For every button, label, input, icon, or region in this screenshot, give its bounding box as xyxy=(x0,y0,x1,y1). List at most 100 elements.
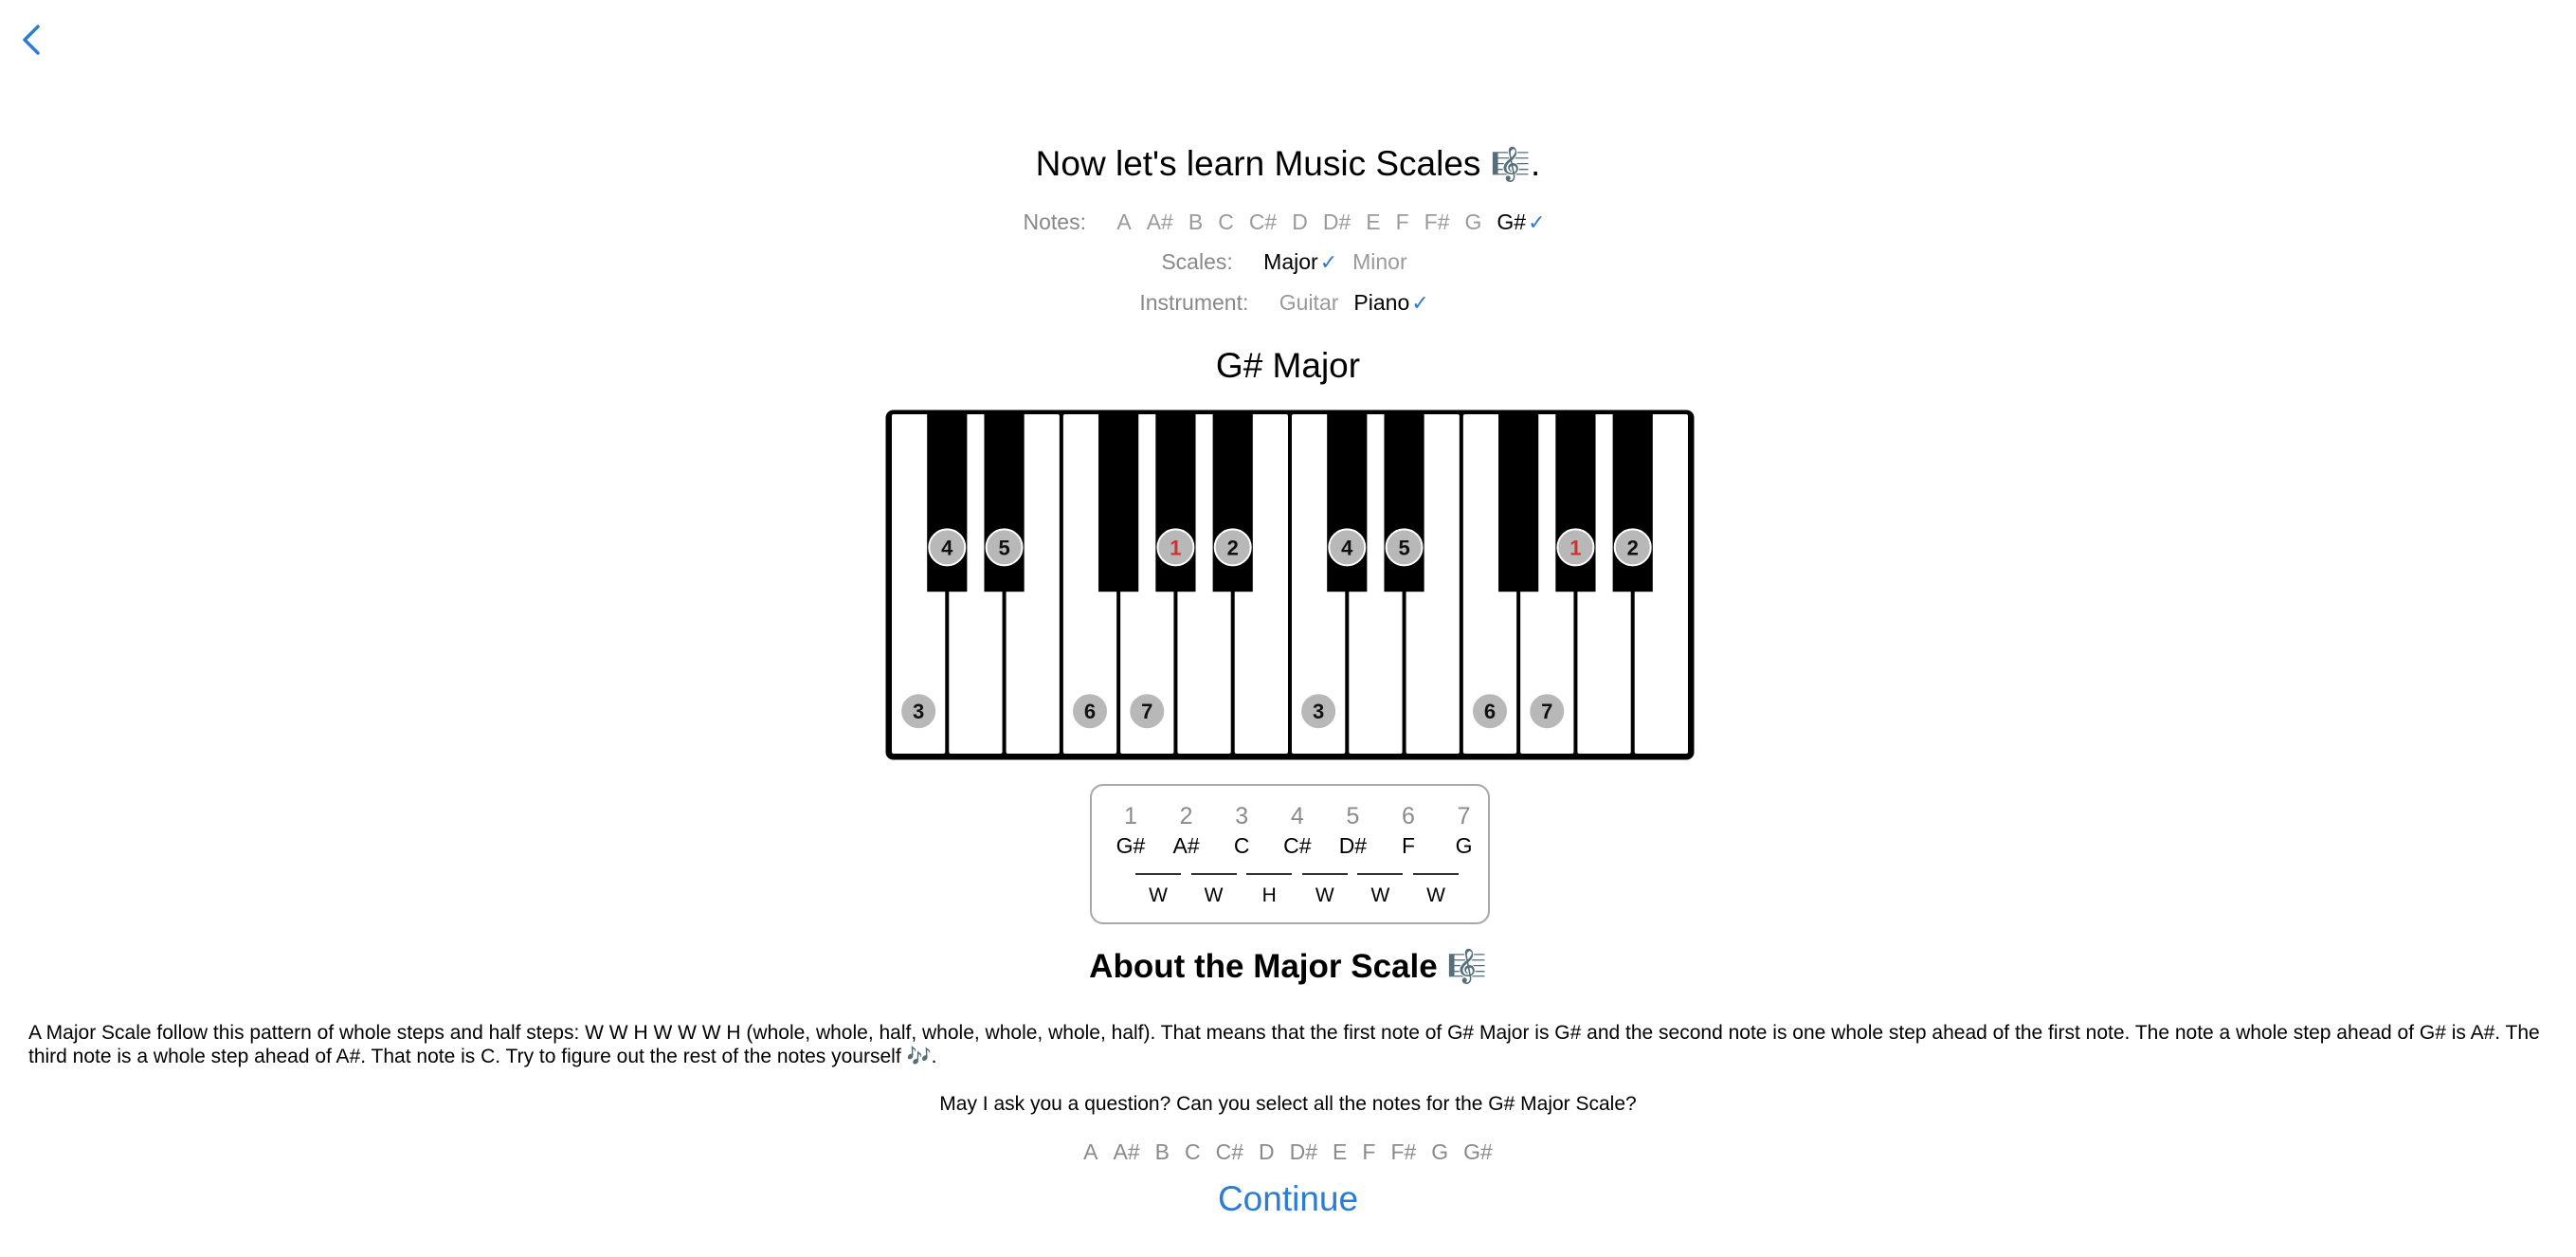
notes-filter-label: Notes: xyxy=(1023,210,1086,234)
checkmark-icon: ✓ xyxy=(1411,292,1429,316)
musical-score-icon: 🎼 xyxy=(1490,146,1532,184)
answer-note-options: A A# B C C# D D# E F F# G G# xyxy=(0,1139,2576,1165)
note-option-c-sharp[interactable]: C# xyxy=(1249,210,1277,234)
note-option-c[interactable]: C xyxy=(1218,210,1234,234)
scale-degree-note: A# xyxy=(1172,833,1200,858)
white-key-marker-label: 7 xyxy=(1541,700,1552,723)
scale-degree-note: D# xyxy=(1338,833,1368,858)
interval-label: W xyxy=(1204,884,1224,906)
page-title: Now let's learn Music Scales 🎼. xyxy=(0,144,2576,184)
scale-degree-number: 4 xyxy=(1290,803,1304,829)
instrument-filter-options: Guitar Piano✓ xyxy=(1272,290,1437,316)
answer-option-c[interactable]: C xyxy=(1185,1139,1201,1164)
piano-black-key[interactable] xyxy=(1498,414,1539,592)
scale-degree-note: G xyxy=(1455,833,1473,858)
interval-divider xyxy=(1301,873,1348,875)
interval-divider xyxy=(1190,873,1237,875)
answer-option-f-sharp[interactable]: F# xyxy=(1390,1139,1416,1164)
white-key-marker-label: 6 xyxy=(1484,700,1496,723)
note-option-f[interactable]: F xyxy=(1396,210,1409,234)
back-button[interactable] xyxy=(13,19,51,61)
note-option-a-sharp[interactable]: A# xyxy=(1147,210,1173,234)
instrument-filter-label: Instrument: xyxy=(1139,290,1249,315)
scale-degree: 6F xyxy=(1381,803,1436,859)
scale-steps-card: 1 G# 2 A# 3 C 4 C# 5 D# 6 F 7 G W W H W W W xyxy=(1090,784,1490,924)
interval-divider xyxy=(1413,873,1459,875)
interval-divider xyxy=(1357,873,1404,875)
about-heading-text: About the Major Scale xyxy=(1089,948,1438,985)
answer-option-a-sharp[interactable]: A# xyxy=(1113,1139,1139,1164)
answer-option-d-sharp[interactable]: D# xyxy=(1290,1139,1317,1164)
scale-degree-number: 7 xyxy=(1457,803,1471,829)
answer-option-e[interactable]: E xyxy=(1333,1139,1347,1164)
answer-option-f[interactable]: F xyxy=(1362,1139,1375,1164)
black-key-marker-label: 5 xyxy=(1398,536,1409,559)
question-text: May I ask you a question? Can you select… xyxy=(939,1093,1637,1115)
interval-divider xyxy=(1246,873,1293,875)
interval-label: W xyxy=(1370,884,1390,906)
scales-filter-label: Scales: xyxy=(1161,249,1233,274)
piano-black-key[interactable] xyxy=(1098,414,1139,592)
scale-degree-number: 1 xyxy=(1124,803,1137,829)
answer-option-a[interactable]: A xyxy=(1083,1139,1098,1164)
scale-degree-number: 6 xyxy=(1402,803,1415,829)
scale-degree: 4 C# xyxy=(1270,803,1325,859)
answer-option-d[interactable]: D xyxy=(1259,1139,1275,1164)
note-option-g[interactable]: G xyxy=(1465,210,1482,234)
scales-filter: Scales: Major✓ Minor xyxy=(0,249,2576,275)
instrument-filter: Instrument: Guitar Piano✓ xyxy=(0,290,2576,316)
interval-label: W xyxy=(1149,884,1168,906)
white-key-marker-label: 3 xyxy=(913,700,924,723)
black-key-marker-label: 4 xyxy=(941,536,953,559)
checkmark-icon: ✓ xyxy=(1319,251,1338,275)
scale-option-major[interactable]: Major✓ xyxy=(1263,249,1338,275)
note-option-d[interactable]: D xyxy=(1292,210,1308,234)
chevron-left-icon xyxy=(23,25,40,55)
piano-keyboard: 4 5 1 2 4 5 1 2 3 6 7 3 6 7 xyxy=(885,410,1695,760)
about-paragraph: A Major Scale follow this pattern of who… xyxy=(28,1022,2540,1067)
note-option-b[interactable]: B xyxy=(1188,210,1203,234)
black-key-marker-label: 2 xyxy=(1627,536,1639,559)
scale-degree: 2 A# xyxy=(1159,803,1214,859)
black-key-marker-label: 1 xyxy=(1170,536,1181,559)
scale-degree-note: C# xyxy=(1283,833,1312,858)
about-heading: About the Major Scale 🎼 xyxy=(0,948,2576,986)
black-key-marker-label: 2 xyxy=(1227,536,1239,559)
scale-option-minor[interactable]: Minor xyxy=(1352,249,1407,274)
scale-degree: 3C xyxy=(1214,803,1269,859)
black-key-marker-label: 1 xyxy=(1569,536,1581,559)
answer-option-b[interactable]: B xyxy=(1155,1139,1170,1164)
white-key-marker-label: 3 xyxy=(1313,700,1324,723)
note-option-f-sharp[interactable]: F# xyxy=(1424,210,1450,234)
scale-degree-number: 3 xyxy=(1235,803,1249,829)
continue-button[interactable]: Continue xyxy=(1218,1179,1358,1218)
instrument-option-piano[interactable]: Piano✓ xyxy=(1353,290,1429,316)
answer-option-g-sharp[interactable]: G# xyxy=(1463,1139,1493,1164)
scale-degree-number: 2 xyxy=(1179,803,1193,829)
black-key-marker-label: 5 xyxy=(998,536,1009,559)
note-option-d-sharp[interactable]: D# xyxy=(1323,210,1351,234)
musical-score-icon: 🎼 xyxy=(1446,948,1487,986)
notes-filter-options: A A# B C C# D D# E F F# G G#✓ xyxy=(1109,210,1552,235)
page-title-text: Now let's learn Music Scales xyxy=(1035,144,1481,183)
scale-degree: 5 D# xyxy=(1325,803,1380,859)
white-key-marker-label: 6 xyxy=(1084,700,1096,723)
note-option-a[interactable]: A xyxy=(1116,210,1131,234)
scales-filter-options: Major✓ Minor xyxy=(1256,249,1414,275)
scale-degree-note: G# xyxy=(1116,833,1146,858)
scale-heading: G# Major xyxy=(1215,346,1361,385)
answer-option-c-sharp[interactable]: C# xyxy=(1216,1139,1243,1164)
white-key-marker-label: 7 xyxy=(1141,700,1152,723)
instrument-option-guitar[interactable]: Guitar xyxy=(1279,290,1339,315)
scale-degree-note: C xyxy=(1233,833,1250,858)
interval-label: H xyxy=(1261,884,1277,906)
note-option-e[interactable]: E xyxy=(1366,210,1380,234)
answer-option-g[interactable]: G xyxy=(1431,1139,1448,1164)
note-option-g-sharp[interactable]: G#✓ xyxy=(1497,210,1545,235)
scale-degree-number: 5 xyxy=(1346,803,1360,829)
scale-degree-note: F xyxy=(1401,833,1416,858)
notes-filter: Notes: A A# B C C# D D# E F F# G G#✓ xyxy=(0,210,2576,235)
black-key-marker-label: 4 xyxy=(1341,536,1353,559)
scale-degree: 1 G# xyxy=(1103,803,1158,859)
page-title-suffix: . xyxy=(1531,144,1541,183)
